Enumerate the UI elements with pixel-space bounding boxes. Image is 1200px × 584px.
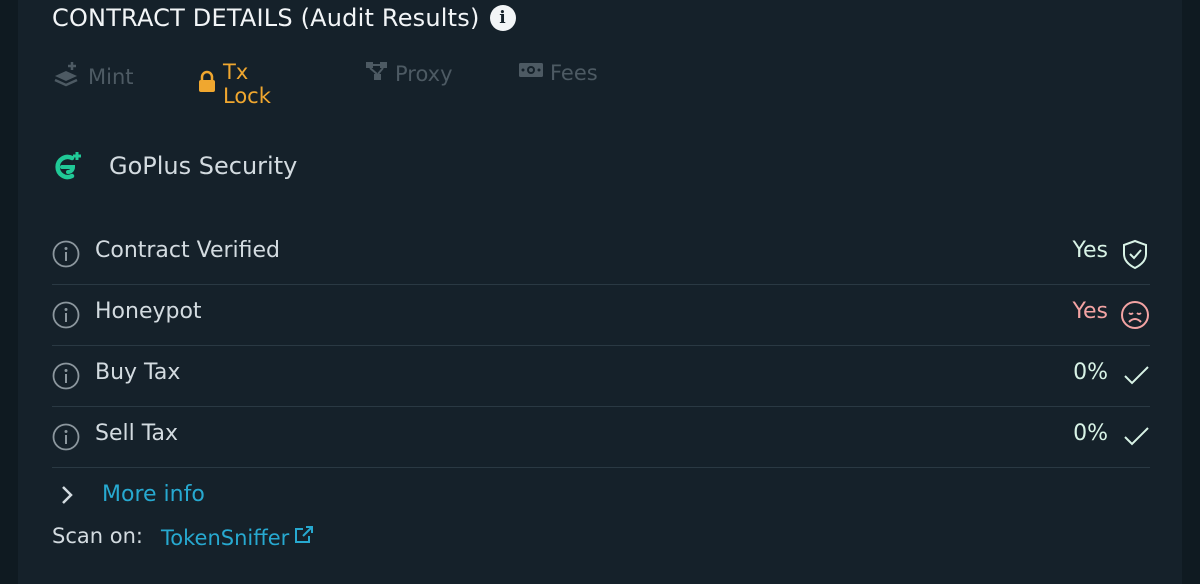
external-link-icon xyxy=(293,524,315,551)
tab-tx-lock-label: Tx Lock xyxy=(223,60,271,108)
layers-plus-icon xyxy=(52,60,82,93)
check-icon xyxy=(1122,421,1150,455)
info-outline-icon[interactable] xyxy=(52,240,80,272)
check-row-buy-tax: Buy Tax 0% xyxy=(52,346,1150,407)
tab-tx-lock[interactable]: Tx Lock xyxy=(197,60,271,108)
chevron-right-icon xyxy=(52,480,82,514)
tab-proxy-label: Proxy xyxy=(395,61,453,86)
goplus-logo-icon xyxy=(52,149,84,187)
check-row-sell-tax: Sell Tax 0% xyxy=(52,407,1150,468)
tab-mint-label: Mint xyxy=(88,64,134,89)
lock-icon xyxy=(197,70,217,99)
check-icon xyxy=(1122,360,1150,394)
more-info-link[interactable]: More info xyxy=(102,482,205,507)
check-label: Sell Tax xyxy=(95,421,179,446)
shield-check-icon xyxy=(1120,238,1150,274)
check-value: 0% xyxy=(1073,421,1108,446)
check-label: Honeypot xyxy=(95,299,202,324)
tab-mint[interactable]: Mint xyxy=(52,60,134,93)
info-circle-icon[interactable]: i xyxy=(489,5,516,31)
info-outline-icon[interactable] xyxy=(52,301,80,333)
banknote-icon xyxy=(518,60,544,85)
check-value: 0% xyxy=(1073,360,1108,385)
tab-proxy[interactable]: Proxy xyxy=(365,60,453,87)
check-label: Contract Verified xyxy=(95,238,281,263)
audit-checks-list: Contract Verified Yes Honeypot Yes Buy T… xyxy=(52,224,1150,468)
check-value: Yes xyxy=(1072,238,1108,263)
scan-on-label: Scan on: xyxy=(52,524,143,548)
info-outline-icon[interactable] xyxy=(52,362,80,394)
more-info-toggle[interactable]: More info xyxy=(52,480,205,514)
tokensniffer-link[interactable]: TokenSniffer xyxy=(161,524,315,551)
info-outline-icon[interactable] xyxy=(52,423,80,455)
tab-fees[interactable]: Fees xyxy=(518,60,598,85)
check-row-honeypot: Honeypot Yes xyxy=(52,285,1150,346)
provider-name: GoPlus Security xyxy=(109,152,298,180)
tokensniffer-link-label: TokenSniffer xyxy=(161,525,290,550)
check-label: Buy Tax xyxy=(95,360,181,385)
check-value: Yes xyxy=(1072,299,1108,324)
tab-fees-label: Fees xyxy=(550,60,598,85)
sad-face-icon xyxy=(1120,299,1150,335)
network-icon xyxy=(365,60,389,87)
section-title: CONTRACT DETAILS (Audit Results) xyxy=(52,4,480,32)
check-row-contract-verified: Contract Verified Yes xyxy=(52,224,1150,285)
section-header: CONTRACT DETAILS (Audit Results) i xyxy=(52,4,516,32)
audit-provider: GoPlus Security xyxy=(52,148,297,188)
